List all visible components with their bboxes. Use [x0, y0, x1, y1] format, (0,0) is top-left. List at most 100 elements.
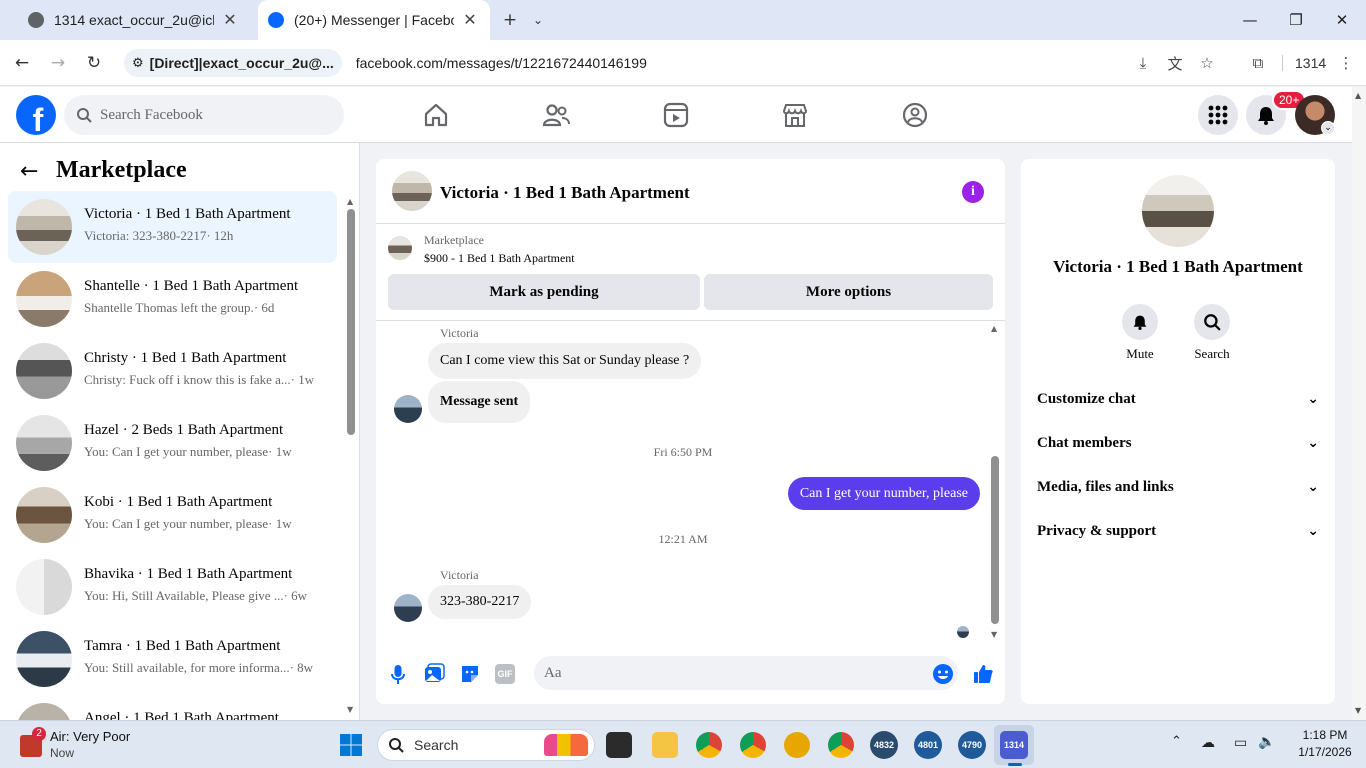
- conversation-item[interactable]: Kobi · 1 Bed 1 Bath Apartment You: Can I…: [8, 479, 337, 551]
- facebook-search-input[interactable]: Search Facebook: [64, 95, 344, 135]
- chrome-profile-icon[interactable]: [740, 732, 766, 758]
- menu-grid-button[interactable]: [1198, 95, 1238, 135]
- message-bubble[interactable]: 323-380-2217: [428, 585, 532, 619]
- customize-chat-section[interactable]: Customize chat ⌄: [1037, 387, 1319, 411]
- conversation-list-scrollbar[interactable]: ▲ ▼: [346, 197, 356, 717]
- numbered-app-icon[interactable]: 4832: [870, 731, 898, 759]
- photo-icon[interactable]: [423, 663, 445, 685]
- chat-avatar[interactable]: [392, 171, 432, 211]
- numbered-app-icon[interactable]: 4790: [958, 731, 986, 759]
- conversation-item[interactable]: Angel · 1 Bed 1 Bath Apartment: [8, 695, 337, 720]
- file-explorer-icon[interactable]: [652, 732, 678, 758]
- extensions-icon[interactable]: ⧉: [1248, 53, 1268, 73]
- marketplace-icon[interactable]: [781, 101, 809, 129]
- tab-title: (20+) Messenger | Faceboo: [294, 12, 454, 28]
- site-info-chip[interactable]: ⚙ [Direct]|exact_occur_2u@...: [124, 49, 342, 77]
- conversation-item[interactable]: Hazel · 2 Beds 1 Bath Apartment You: Can…: [8, 407, 337, 479]
- sender-avatar[interactable]: [394, 594, 422, 622]
- back-icon[interactable]: ←: [9, 50, 35, 76]
- conversation-title: Shantelle · 1 Bed 1 Bath Apartment: [84, 278, 299, 294]
- new-tab-icon[interactable]: +: [497, 8, 523, 32]
- message-bubble[interactable]: Message sent: [428, 381, 531, 423]
- chevron-down-icon[interactable]: ⌄: [1321, 121, 1335, 135]
- install-icon[interactable]: ⤓: [1133, 53, 1153, 73]
- mute-button[interactable]: Mute: [1110, 304, 1170, 362]
- listing-thumbnail: [16, 703, 72, 720]
- clock[interactable]: 1:18 PM 1/17/2026: [1290, 727, 1360, 761]
- taskbar-search[interactable]: Search: [377, 729, 595, 761]
- sticker-icon[interactable]: [459, 663, 481, 685]
- more-options-button[interactable]: More options: [704, 274, 993, 310]
- listing-title[interactable]: $900 - 1 Bed 1 Bath Apartment: [424, 251, 575, 266]
- listing-thumbnail: [16, 487, 72, 543]
- emoji-icon[interactable]: [932, 663, 954, 685]
- video-icon[interactable]: [662, 101, 690, 129]
- media-files-links-section[interactable]: Media, files and links ⌄: [1037, 475, 1319, 499]
- numbered-app-icon-active[interactable]: 1314: [1000, 731, 1028, 759]
- reload-icon[interactable]: ↻: [81, 50, 107, 76]
- conversation-item[interactable]: Tamra · 1 Bed 1 Bath Apartment You: Stil…: [8, 623, 337, 695]
- mark-as-pending-button[interactable]: Mark as pending: [388, 274, 700, 310]
- close-tab-icon[interactable]: ✕: [222, 10, 238, 30]
- message-bubble-sent[interactable]: Can I get your number, please: [787, 477, 980, 510]
- address-bar[interactable]: ⚙ [Direct]|exact_occur_2u@... facebook.c…: [122, 46, 1230, 80]
- weather-widget[interactable]: 2 Air: Very Poor Now: [14, 727, 174, 763]
- close-window-icon[interactable]: ✕: [1322, 6, 1362, 34]
- facebook-icon: [268, 12, 284, 28]
- browser-tab-active[interactable]: (20+) Messenger | Faceboo ✕: [258, 0, 490, 40]
- chevron-up-icon[interactable]: ⌃: [1171, 734, 1182, 749]
- chat-title[interactable]: Victoria · 1 Bed 1 Bath Apartment: [440, 183, 690, 203]
- minimize-icon[interactable]: —: [1230, 6, 1270, 34]
- thread-scrollbar[interactable]: ▲ ▼: [989, 324, 1001, 642]
- network-icon[interactable]: ▭: [1234, 735, 1247, 751]
- close-tab-icon[interactable]: ✕: [462, 10, 478, 30]
- tab-search-icon[interactable]: ⌄: [525, 8, 551, 32]
- conversation-item[interactable]: Victoria · 1 Bed 1 Bath Apartment Victor…: [8, 191, 337, 263]
- bookmark-star-icon[interactable]: ☆: [1197, 53, 1217, 73]
- volume-icon[interactable]: 🔈: [1258, 734, 1275, 750]
- chrome-profile-icon[interactable]: [828, 732, 854, 758]
- chevron-down-icon: ⌄: [1307, 435, 1319, 451]
- conversation-title: Victoria · 1 Bed 1 Bath Apartment: [84, 206, 291, 222]
- info-icon[interactable]: i: [962, 181, 984, 203]
- home-icon[interactable]: [422, 101, 450, 129]
- message-bubble[interactable]: Can I come view this Sat or Sunday pleas…: [428, 343, 702, 379]
- search-conversation-button[interactable]: Search: [1182, 304, 1242, 362]
- back-arrow-icon[interactable]: ←: [20, 159, 38, 184]
- numbered-app-icon[interactable]: 4801: [914, 731, 942, 759]
- profile-button[interactable]: 1314: [1282, 55, 1326, 71]
- conversation-title: Bhavika · 1 Bed 1 Bath Apartment: [84, 566, 293, 582]
- conversation-item[interactable]: Bhavika · 1 Bed 1 Bath Apartment You: Hi…: [8, 551, 337, 623]
- listing-thumbnail[interactable]: [388, 236, 412, 260]
- maximize-icon[interactable]: ❐: [1276, 6, 1316, 34]
- browser-tab[interactable]: 1314 exact_occur_2u@iclou ✕: [14, 0, 252, 40]
- friends-icon[interactable]: [542, 101, 570, 129]
- cloud-off-icon[interactable]: ☁: [1201, 735, 1215, 751]
- url-text: facebook.com/messages/t/1221672440146199: [355, 55, 647, 71]
- facebook-logo[interactable]: f: [16, 95, 56, 135]
- microphone-icon[interactable]: [387, 663, 409, 685]
- conversation-item[interactable]: Shantelle · 1 Bed 1 Bath Apartment Shant…: [8, 263, 337, 335]
- forward-icon[interactable]: →: [45, 50, 71, 76]
- page-scrollbar[interactable]: ▲ ▼: [1352, 87, 1366, 720]
- groups-icon[interactable]: [901, 101, 929, 129]
- clock-date: 1/17/2026: [1298, 745, 1352, 759]
- translate-icon[interactable]: 文: [1165, 53, 1185, 73]
- privacy-support-section[interactable]: Privacy & support ⌄: [1037, 519, 1319, 543]
- chat-members-section[interactable]: Chat members ⌄: [1037, 431, 1319, 455]
- terminal-app-icon[interactable]: [606, 732, 632, 758]
- start-button[interactable]: [339, 733, 363, 757]
- app-icon[interactable]: [784, 732, 810, 758]
- chrome-icon[interactable]: [696, 732, 722, 758]
- listing-photo[interactable]: [1142, 175, 1214, 247]
- sender-avatar[interactable]: [394, 395, 422, 423]
- message-composer: GIF Aa: [376, 649, 1005, 699]
- message-input[interactable]: Aa: [534, 656, 958, 690]
- mute-label: Mute: [1126, 346, 1154, 361]
- thumbs-up-icon[interactable]: [972, 663, 994, 685]
- conversation-item[interactable]: Christy · 1 Bed 1 Bath Apartment Christy…: [8, 335, 337, 407]
- chevron-down-icon: ⌄: [1307, 523, 1319, 539]
- conversation-snippet: You: Still available, for more informa..…: [84, 660, 314, 675]
- gif-icon[interactable]: GIF: [495, 664, 515, 684]
- menu-kebab-icon[interactable]: ⋮: [1336, 53, 1356, 73]
